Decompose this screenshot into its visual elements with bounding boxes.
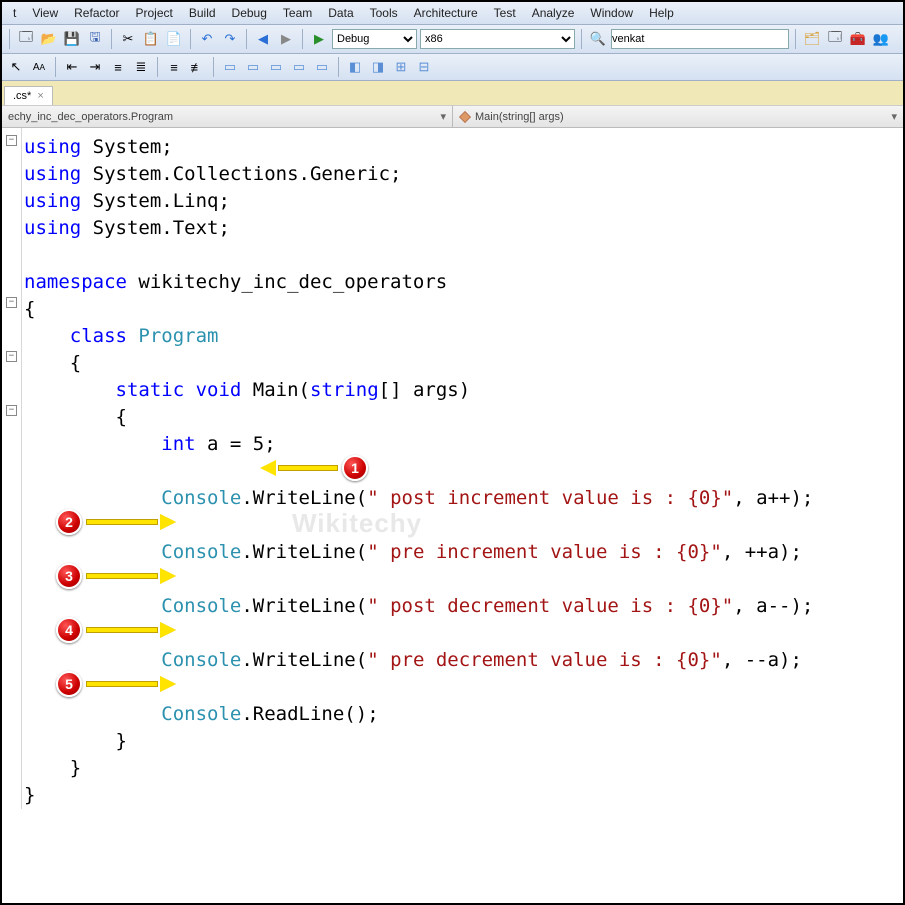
nav-fwd-icon[interactable]: ▶ <box>276 29 296 49</box>
window3-icon[interactable]: ▭ <box>266 57 286 77</box>
code-line: { <box>24 296 903 323</box>
code-line: } <box>24 728 903 755</box>
pointer-icon[interactable]: ↖ <box>6 57 26 77</box>
save-all-icon[interactable]: 🖫 <box>85 29 105 49</box>
start-icon[interactable]: ▶ <box>309 29 329 49</box>
menu-build[interactable]: Build <box>182 4 223 22</box>
code-line: static void Main(string[] args) <box>24 377 903 404</box>
window4-icon[interactable]: ▭ <box>289 57 309 77</box>
menu-refactor[interactable]: Refactor <box>67 4 126 22</box>
redo-icon[interactable]: ↷ <box>220 29 240 49</box>
code-line: Console.WriteLine(" pre decrement value … <box>24 647 903 674</box>
code-line: Console.WriteLine(" post decrement value… <box>24 593 903 620</box>
solution-explorer-icon[interactable]: 🗂 <box>802 29 822 49</box>
config-dropdown[interactable]: Debug <box>332 29 417 49</box>
code-line: { <box>24 404 903 431</box>
font-size-icon[interactable]: AA <box>29 57 49 77</box>
method-icon <box>459 111 471 123</box>
fold-toggle[interactable]: − <box>6 405 17 416</box>
code-line: int a = 5; <box>24 431 903 458</box>
code-line: } <box>24 755 903 782</box>
tool2-icon[interactable]: ◨ <box>368 57 388 77</box>
fold-toggle[interactable]: − <box>6 297 17 308</box>
new-project-icon[interactable]: 🗔 <box>16 29 36 49</box>
properties-icon[interactable]: 🗔 <box>825 29 845 49</box>
outdent-icon[interactable]: ⇥ <box>85 57 105 77</box>
menu-help[interactable]: Help <box>642 4 681 22</box>
editor-toolbar: ↖ AA ⇤ ⇥ ≡ ≣ ≡ ≢ ▭ ▭ ▭ ▭ ▭ ◧ ◨ ⊞ ⊟ <box>2 54 903 81</box>
class-dropdown[interactable]: echy_inc_dec_operators.Program ▾ <box>2 106 453 127</box>
search-input[interactable] <box>611 29 789 49</box>
code-line: namespace wikitechy_inc_dec_operators <box>24 269 903 296</box>
menu-tools[interactable]: Tools <box>363 4 405 22</box>
code-line: Console.ReadLine(); <box>24 701 903 728</box>
cut-icon[interactable]: ✂ <box>118 29 138 49</box>
code-line: { <box>24 350 903 377</box>
undo-icon[interactable]: ↶ <box>197 29 217 49</box>
format2-icon[interactable]: ≣ <box>131 57 151 77</box>
code-line: } <box>24 782 903 809</box>
code-line <box>24 242 903 269</box>
uncomment-icon[interactable]: ≢ <box>187 57 207 77</box>
tool4-icon[interactable]: ⊟ <box>414 57 434 77</box>
menu-analyze[interactable]: Analyze <box>525 4 582 22</box>
file-tab-active[interactable]: .cs* × <box>4 86 53 105</box>
fold-toggle[interactable]: − <box>6 135 17 146</box>
find-icon[interactable]: 🔍 <box>588 29 608 49</box>
nav-back-icon[interactable]: ◀ <box>253 29 273 49</box>
code-line <box>24 620 903 647</box>
menu-architecture[interactable]: Architecture <box>407 4 485 22</box>
code-line: Console.WriteLine(" post increment value… <box>24 485 903 512</box>
code-line: using System.Text; <box>24 215 903 242</box>
menu-data[interactable]: Data <box>321 4 360 22</box>
code-line <box>24 512 903 539</box>
save-icon[interactable]: 💾 <box>62 29 82 49</box>
menu-project[interactable]: Project <box>129 4 180 22</box>
menu-test[interactable]: Test <box>487 4 523 22</box>
window1-icon[interactable]: ▭ <box>220 57 240 77</box>
code-line <box>24 674 903 701</box>
member-name-label: Main(string[] args) <box>475 111 564 123</box>
close-icon[interactable]: × <box>37 90 43 102</box>
copy-icon[interactable]: 📋 <box>141 29 161 49</box>
main-toolbar: 🗔 📂 💾 🖫 ✂ 📋 📄 ↶ ↷ ◀ ▶ ▶ Debug x86 🔍 🗂 🗔 … <box>2 25 903 54</box>
outline-gutter: − − − − <box>2 128 22 809</box>
platform-dropdown[interactable]: x86 <box>420 29 575 49</box>
menu-item[interactable]: t <box>6 4 23 22</box>
tab-strip: .cs* × <box>2 81 903 106</box>
window5-icon[interactable]: ▭ <box>312 57 332 77</box>
window2-icon[interactable]: ▭ <box>243 57 263 77</box>
code-line: using System.Collections.Generic; <box>24 161 903 188</box>
format-icon[interactable]: ≡ <box>108 57 128 77</box>
menu-view[interactable]: View <box>25 4 65 22</box>
menu-bar: t View Refactor Project Build Debug Team… <box>2 2 903 25</box>
team-explorer-icon[interactable]: 👥 <box>871 29 891 49</box>
file-tab-label: .cs* <box>13 90 31 102</box>
tool3-icon[interactable]: ⊞ <box>391 57 411 77</box>
code-editor[interactable]: − − − − Wikitechy using System; using Sy… <box>2 128 903 809</box>
open-icon[interactable]: 📂 <box>39 29 59 49</box>
tool1-icon[interactable]: ◧ <box>345 57 365 77</box>
menu-window[interactable]: Window <box>583 4 640 22</box>
member-dropdown[interactable]: Main(string[] args) ▾ <box>453 106 903 127</box>
member-nav-bar: echy_inc_dec_operators.Program ▾ Main(st… <box>2 106 903 128</box>
paste-icon[interactable]: 📄 <box>164 29 184 49</box>
code-line: using System; <box>24 134 903 161</box>
indent-icon[interactable]: ⇤ <box>62 57 82 77</box>
fold-toggle[interactable]: − <box>6 351 17 362</box>
code-line <box>24 566 903 593</box>
code-line: using System.Linq; <box>24 188 903 215</box>
comment-icon[interactable]: ≡ <box>164 57 184 77</box>
code-line: class Program <box>24 323 903 350</box>
menu-team[interactable]: Team <box>276 4 319 22</box>
code-line <box>24 458 903 485</box>
class-name-label: echy_inc_dec_operators.Program <box>8 111 173 123</box>
toolbox-icon[interactable]: 🧰 <box>848 29 868 49</box>
menu-debug[interactable]: Debug <box>225 4 274 22</box>
code-line: Console.WriteLine(" pre increment value … <box>24 539 903 566</box>
